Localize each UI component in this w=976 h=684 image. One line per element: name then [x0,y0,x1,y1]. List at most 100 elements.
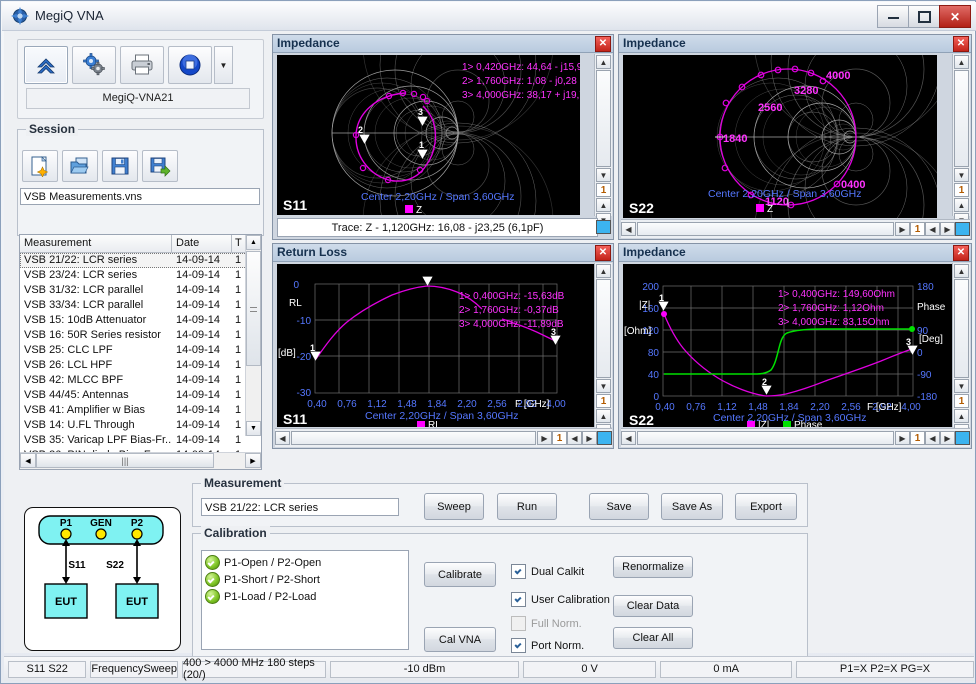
panel3-hscrollbar[interactable]: ◀ ▶ 1 ◀ ▶ [275,428,612,447]
panel3-next-trace-button[interactable]: ▶ [582,431,597,445]
maximize-button[interactable] [908,5,940,28]
panel2-hscroll-thumb[interactable] [637,222,894,236]
panel4-scroll-down-button[interactable]: ▼ [954,379,969,393]
panel1-vscroll-thumb[interactable] [596,70,611,167]
new-session-button[interactable] [22,150,58,182]
clear-data-button[interactable]: Clear Data [613,595,693,617]
session-filename-field[interactable]: VSB Measurements.vns [20,188,260,205]
measurement-row[interactable]: VSB 14: U.FL Through14-09-141 [20,418,261,433]
measurement-list-hscrollbar[interactable]: ◀ ||| ▶ [20,452,261,469]
panel1-scroll-up2-button[interactable]: ▲ [596,198,611,212]
save-as-session-button[interactable] [142,150,178,182]
panel3-scroll-left-button[interactable]: ◀ [275,431,290,445]
measurement-row[interactable]: VSB 16: 50R Series resistor14-09-141 [20,328,261,343]
panel1-vscrollbar[interactable]: ▲ ▼ 1 ▲ ▼ [594,54,612,216]
renormalize-button[interactable]: Renormalize [613,556,693,578]
panel3-scroll-up2-button[interactable]: ▲ [596,409,611,423]
panel2-page-number-h[interactable]: 1 [910,222,925,236]
measurement-row[interactable]: VSB 25: CLC LPF14-09-141 [20,343,261,358]
measurement-row[interactable]: VSB 26: LCL HPF14-09-141 [20,358,261,373]
panel2-scroll-up-button[interactable]: ▲ [954,55,969,69]
panel3-plot[interactable]: 0 -10 -20 -30 RL[dB] 0,400,761,12 1,481,… [277,264,598,427]
calibration-step-row[interactable]: P1-Short / P2-Short [205,571,408,588]
panel3-page-number[interactable]: 1 [596,394,611,408]
cal-vna-button[interactable]: Cal VNA [424,627,496,652]
collapse-up-button[interactable] [24,46,68,84]
panel3-close-icon[interactable]: ✕ [595,245,611,261]
panel4-page-number-h[interactable]: 1 [910,431,925,445]
export-button[interactable]: Export [735,493,797,520]
panel1-close-icon[interactable]: ✕ [595,36,611,52]
panel3-vscrollbar[interactable]: ▲ ▼ 1 ▲ ▼ [594,263,612,427]
panel4-scroll-right-button[interactable]: ▶ [895,431,910,445]
panel3-page-number-h[interactable]: 1 [552,431,567,445]
panel3-scroll-right-button[interactable]: ▶ [537,431,552,445]
open-session-button[interactable] [62,150,98,182]
port-norm-checkbox[interactable] [511,638,526,653]
panel3-marker-toggle[interactable] [597,431,612,445]
close-button[interactable]: ✕ [939,5,971,28]
hscroll-thumb[interactable]: ||| [36,453,214,468]
measurement-row[interactable]: VSB 44/45: Antennas14-09-141 [20,388,261,403]
measurement-row[interactable]: VSB 41: Amplifier w Bias14-09-141 [20,403,261,418]
port-norm-checkbox-row[interactable]: Port Norm. [511,638,584,653]
measurement-list[interactable]: Measurement Date T VSB 21/22: LCR series… [19,234,262,470]
panel4-scroll-left-button[interactable]: ◀ [621,431,636,445]
panel2-scroll-down-button[interactable]: ▼ [954,168,969,182]
measurement-name-field[interactable]: VSB 21/22: LCR series [201,498,399,516]
scroll-right-button[interactable]: ▶ [245,453,261,468]
sweep-button[interactable]: Sweep [424,493,484,520]
panel3-scroll-down-button[interactable]: ▼ [596,379,611,393]
measurement-row[interactable]: VSB 21/22: LCR series14-09-141 [20,253,261,268]
panel3-hscroll-thumb[interactable] [291,431,536,445]
panel4-vscroll-thumb[interactable] [954,279,969,378]
panel2-next-trace-button[interactable]: ▶ [940,222,955,236]
save-session-button[interactable] [102,150,138,182]
panel4-caption[interactable]: Impedance ✕ [619,244,971,262]
panel3-caption[interactable]: Return Loss ✕ [273,244,613,262]
panel2-vscroll-thumb[interactable] [954,70,969,167]
panel2-page-number[interactable]: 1 [954,183,969,197]
panel1-plot[interactable]: 321 1> 0,420GHz: 44,64 - j15,91 2> 1,760… [277,55,580,215]
panel4-plot[interactable]: 200160120 80400 180900 -90-180 |Z|[Ohm] … [623,264,955,427]
panel4-marker-toggle[interactable] [955,431,970,445]
measurement-list-vscrollbar[interactable]: ▲ ▼ [245,235,261,436]
scroll-down-button[interactable]: ▼ [246,421,261,436]
panel2-hscrollbar[interactable]: ◀ ▶ 1 ◀ ▶ [621,219,970,238]
panel2-prev-trace-button[interactable]: ◀ [925,222,940,236]
panel4-vscrollbar[interactable]: ▲ ▼ 1 ▲ ▼ [952,263,970,427]
panel4-hscroll-thumb[interactable] [637,431,894,445]
panel4-scroll-up2-button[interactable]: ▲ [954,409,969,423]
panel2-scroll-up2-button[interactable]: ▲ [954,198,969,212]
device-name-field[interactable]: MegiQ-VNA21 [26,88,250,109]
panel1-scroll-down-button[interactable]: ▼ [596,168,611,182]
connect-button[interactable] [168,46,212,84]
panel4-prev-trace-button[interactable]: ◀ [925,431,940,445]
measurement-row[interactable]: VSB 42: MLCC BPF14-09-141 [20,373,261,388]
measurement-row[interactable]: VSB 31/32: LCR parallel14-09-141 [20,283,261,298]
vscroll-thumb[interactable] [246,251,261,366]
panel4-close-icon[interactable]: ✕ [953,245,969,261]
panel2-scroll-left-button[interactable]: ◀ [621,222,636,236]
panel3-scroll-up-button[interactable]: ▲ [596,264,611,278]
panel1-scroll-up-button[interactable]: ▲ [596,55,611,69]
panel2-marker-toggle[interactable] [955,222,970,236]
save-as-button[interactable]: Save As [661,493,723,520]
panel4-page-number[interactable]: 1 [954,394,969,408]
connect-dropdown-button[interactable]: ▼ [214,46,233,84]
run-button[interactable]: Run [497,493,557,520]
calibration-steps-list[interactable]: P1-Open / P2-OpenP1-Short / P2-ShortP1-L… [201,550,409,650]
dual-calkit-checkbox-row[interactable]: Dual Calkit [511,564,584,579]
panel1-caption[interactable]: Impedance ✕ [273,35,613,53]
column-header-date[interactable]: Date [172,235,232,252]
panel3-prev-trace-button[interactable]: ◀ [567,431,582,445]
clear-all-button[interactable]: Clear All [613,627,693,649]
scroll-up-button[interactable]: ▲ [246,235,261,250]
user-calibration-checkbox[interactable] [511,592,526,607]
column-header-measurement[interactable]: Measurement [20,235,172,252]
measurement-row[interactable]: VSB 35: Varicap LPF Bias-Fr...14-09-141 [20,433,261,448]
measurement-row[interactable]: VSB 15: 10dB Attenuator14-09-141 [20,313,261,328]
measurement-row[interactable]: VSB 23/24: LCR series14-09-141 [20,268,261,283]
panel3-vscroll-thumb[interactable] [596,279,611,378]
panel2-scroll-right-button[interactable]: ▶ [895,222,910,236]
